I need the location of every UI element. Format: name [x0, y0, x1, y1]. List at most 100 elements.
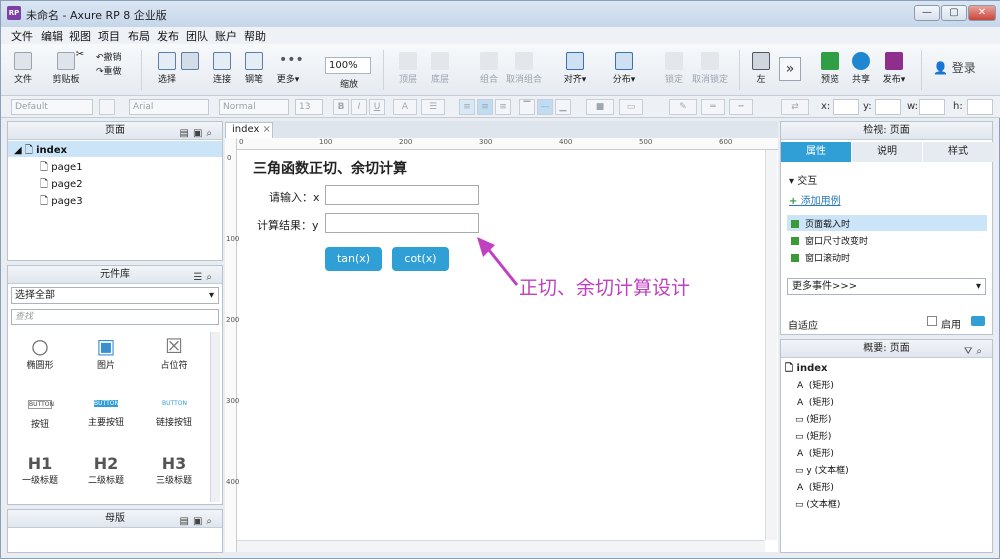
login-button[interactable]: 👤 登录 — [933, 59, 976, 76]
group-button[interactable]: 组合 — [475, 52, 503, 85]
widget-primary-button[interactable]: BUTTON 主要按钮 — [76, 396, 136, 428]
event-page-load[interactable]: 页面载入时 — [791, 217, 850, 230]
tab-properties[interactable]: 属性 — [781, 142, 851, 162]
tab-notes[interactable]: 说明 — [852, 142, 922, 162]
outline-item[interactable]: ▭ (矩形) — [795, 412, 831, 425]
bring-front-button[interactable]: 顶层 — [394, 52, 422, 85]
widget-image[interactable]: ▣ 图片 — [76, 334, 136, 371]
valign-bottom-icon[interactable]: ▁ — [555, 99, 571, 115]
tab-style[interactable]: 样式 — [923, 142, 993, 162]
outline-item[interactable]: ▭ (文本框) — [795, 497, 840, 510]
left-button[interactable]: 左 — [749, 52, 773, 85]
outline-item[interactable]: A (矩形) — [797, 480, 834, 493]
outline-item[interactable]: ▭ y (文本框) — [795, 463, 849, 476]
zoom-select[interactable]: 100% — [325, 57, 371, 74]
bullet-icon[interactable]: ☰ — [421, 99, 445, 115]
page-page1[interactable]: 🗋 page1 — [40, 160, 83, 177]
widget-h2[interactable]: H2 二级标题 — [76, 454, 136, 486]
library-scrollbar[interactable] — [210, 332, 220, 502]
preview-button[interactable]: 预览 — [816, 52, 844, 85]
redo-button[interactable]: ↷重做 — [96, 64, 128, 77]
page-heading[interactable]: 三角函数正切、余切计算 — [253, 158, 407, 178]
menu-edit[interactable]: 编辑 — [41, 28, 63, 44]
align-button[interactable]: 对齐▾ — [561, 52, 589, 85]
outline-item[interactable]: ▭ (矩形) — [795, 429, 831, 442]
y-input[interactable] — [875, 99, 901, 115]
send-back-button[interactable]: 底层 — [426, 52, 454, 85]
font-weight-select[interactable]: Normal — [219, 99, 289, 115]
lock-button[interactable]: 锁定 — [661, 52, 687, 85]
underline-icon[interactable]: U — [369, 99, 385, 115]
style-manager-icon[interactable] — [99, 99, 115, 115]
event-window-resize[interactable]: 窗口尺寸改变时 — [791, 234, 868, 247]
result-y-label[interactable]: 计算结果：y — [257, 217, 319, 233]
select-button[interactable]: 选择 — [153, 52, 181, 85]
publish-button[interactable]: 发布▾ — [879, 52, 909, 85]
align-left-icon[interactable]: ≡ — [459, 99, 475, 115]
outline-item[interactable]: A (矩形) — [797, 446, 834, 459]
enable-checkbox[interactable] — [927, 316, 937, 326]
outline-item[interactable]: A (矩形) — [797, 395, 834, 408]
align-right-icon[interactable]: ≡ — [495, 99, 511, 115]
menu-view[interactable]: 视图 — [69, 28, 91, 44]
h-input[interactable] — [967, 99, 993, 115]
pen-button[interactable]: 钢笔 — [241, 52, 267, 85]
canvas-horizontal-scrollbar[interactable] — [237, 540, 765, 552]
outline-root[interactable]: 🗋 index — [785, 361, 827, 378]
line-color-icon[interactable]: ✎ — [669, 99, 697, 115]
font-select[interactable]: Arial — [129, 99, 209, 115]
library-menu-icon[interactable]: ☰⌕ — [193, 269, 216, 287]
valign-top-icon[interactable]: ▔ — [519, 99, 535, 115]
more-events-select[interactable]: 更多事件>>> ▾ — [787, 278, 986, 295]
tab-close-icon[interactable]: × — [263, 124, 271, 135]
tab-index[interactable]: index × — [225, 122, 273, 138]
shadow-icon[interactable]: ▭ — [619, 99, 643, 115]
widget-ellipse[interactable]: ○ 椭圆形 — [10, 334, 70, 371]
maximize-button[interactable]: ▢ — [941, 5, 967, 21]
close-button[interactable]: ✕ — [968, 5, 996, 21]
tan-button[interactable]: tan(x) — [325, 247, 382, 271]
widget-placeholder[interactable]: ☒ 占位符 — [144, 334, 204, 371]
ungroup-button[interactable]: 取消组合 — [505, 52, 543, 85]
page-index[interactable]: ◢ 🗋 index — [14, 143, 67, 160]
menu-account[interactable]: 账户 — [215, 28, 237, 44]
adaptive-views-icon[interactable] — [971, 316, 985, 326]
w-input[interactable] — [919, 99, 945, 115]
event-window-scroll[interactable]: 窗口滚动时 — [791, 251, 850, 264]
page-page2[interactable]: 🗋 page2 — [40, 177, 83, 194]
arrow-style-icon[interactable]: ⇄ — [781, 99, 809, 115]
valign-middle-icon[interactable]: — — [537, 99, 553, 115]
line-width-icon[interactable]: ═ — [701, 99, 725, 115]
expand-toolbar-button[interactable]: » — [779, 57, 801, 81]
filter-icon[interactable]: ⛛⌕ — [964, 343, 986, 361]
widget-h1[interactable]: H1 一级标题 — [10, 454, 70, 486]
widget-h3[interactable]: H3 三级标题 — [144, 454, 204, 486]
menu-help[interactable]: 帮助 — [244, 28, 266, 44]
distribute-button[interactable]: 分布▾ — [609, 52, 639, 85]
input-x-label[interactable]: 请输入：x — [269, 189, 320, 205]
undo-button[interactable]: ↶撤销 — [96, 50, 128, 63]
menu-publish[interactable]: 发布 — [157, 28, 179, 44]
bold-icon[interactable]: B — [333, 99, 349, 115]
cut-icon[interactable]: ✂ — [71, 49, 89, 60]
library-search-input[interactable]: 查找 — [11, 309, 219, 325]
font-color-icon[interactable]: A — [393, 99, 417, 115]
x-input[interactable] — [833, 99, 859, 115]
add-case-link[interactable]: + 添加用例 — [789, 192, 841, 207]
x-textbox[interactable] — [325, 185, 479, 205]
menu-file[interactable]: 文件 — [11, 28, 33, 44]
canvas-vertical-scrollbar[interactable] — [765, 150, 777, 540]
selection-mode-button[interactable] — [179, 52, 201, 72]
cot-button[interactable]: cot(x) — [392, 247, 449, 271]
style-select[interactable]: Default — [11, 99, 93, 115]
unlock-button[interactable]: 取消锁定 — [691, 52, 729, 85]
line-style-icon[interactable]: ┅ — [729, 99, 753, 115]
library-select[interactable]: 选择全部 ▾ — [11, 287, 219, 304]
y-textbox[interactable] — [325, 213, 479, 233]
italic-icon[interactable]: I — [351, 99, 367, 115]
more-button[interactable]: ••• 更多▾ — [273, 52, 304, 85]
menu-layout[interactable]: 布局 — [128, 28, 150, 44]
add-master-icon[interactable]: ▤▣⌕ — [180, 513, 217, 531]
page-page3[interactable]: 🗋 page3 — [40, 194, 83, 211]
connect-button[interactable]: 连接 — [209, 52, 235, 85]
